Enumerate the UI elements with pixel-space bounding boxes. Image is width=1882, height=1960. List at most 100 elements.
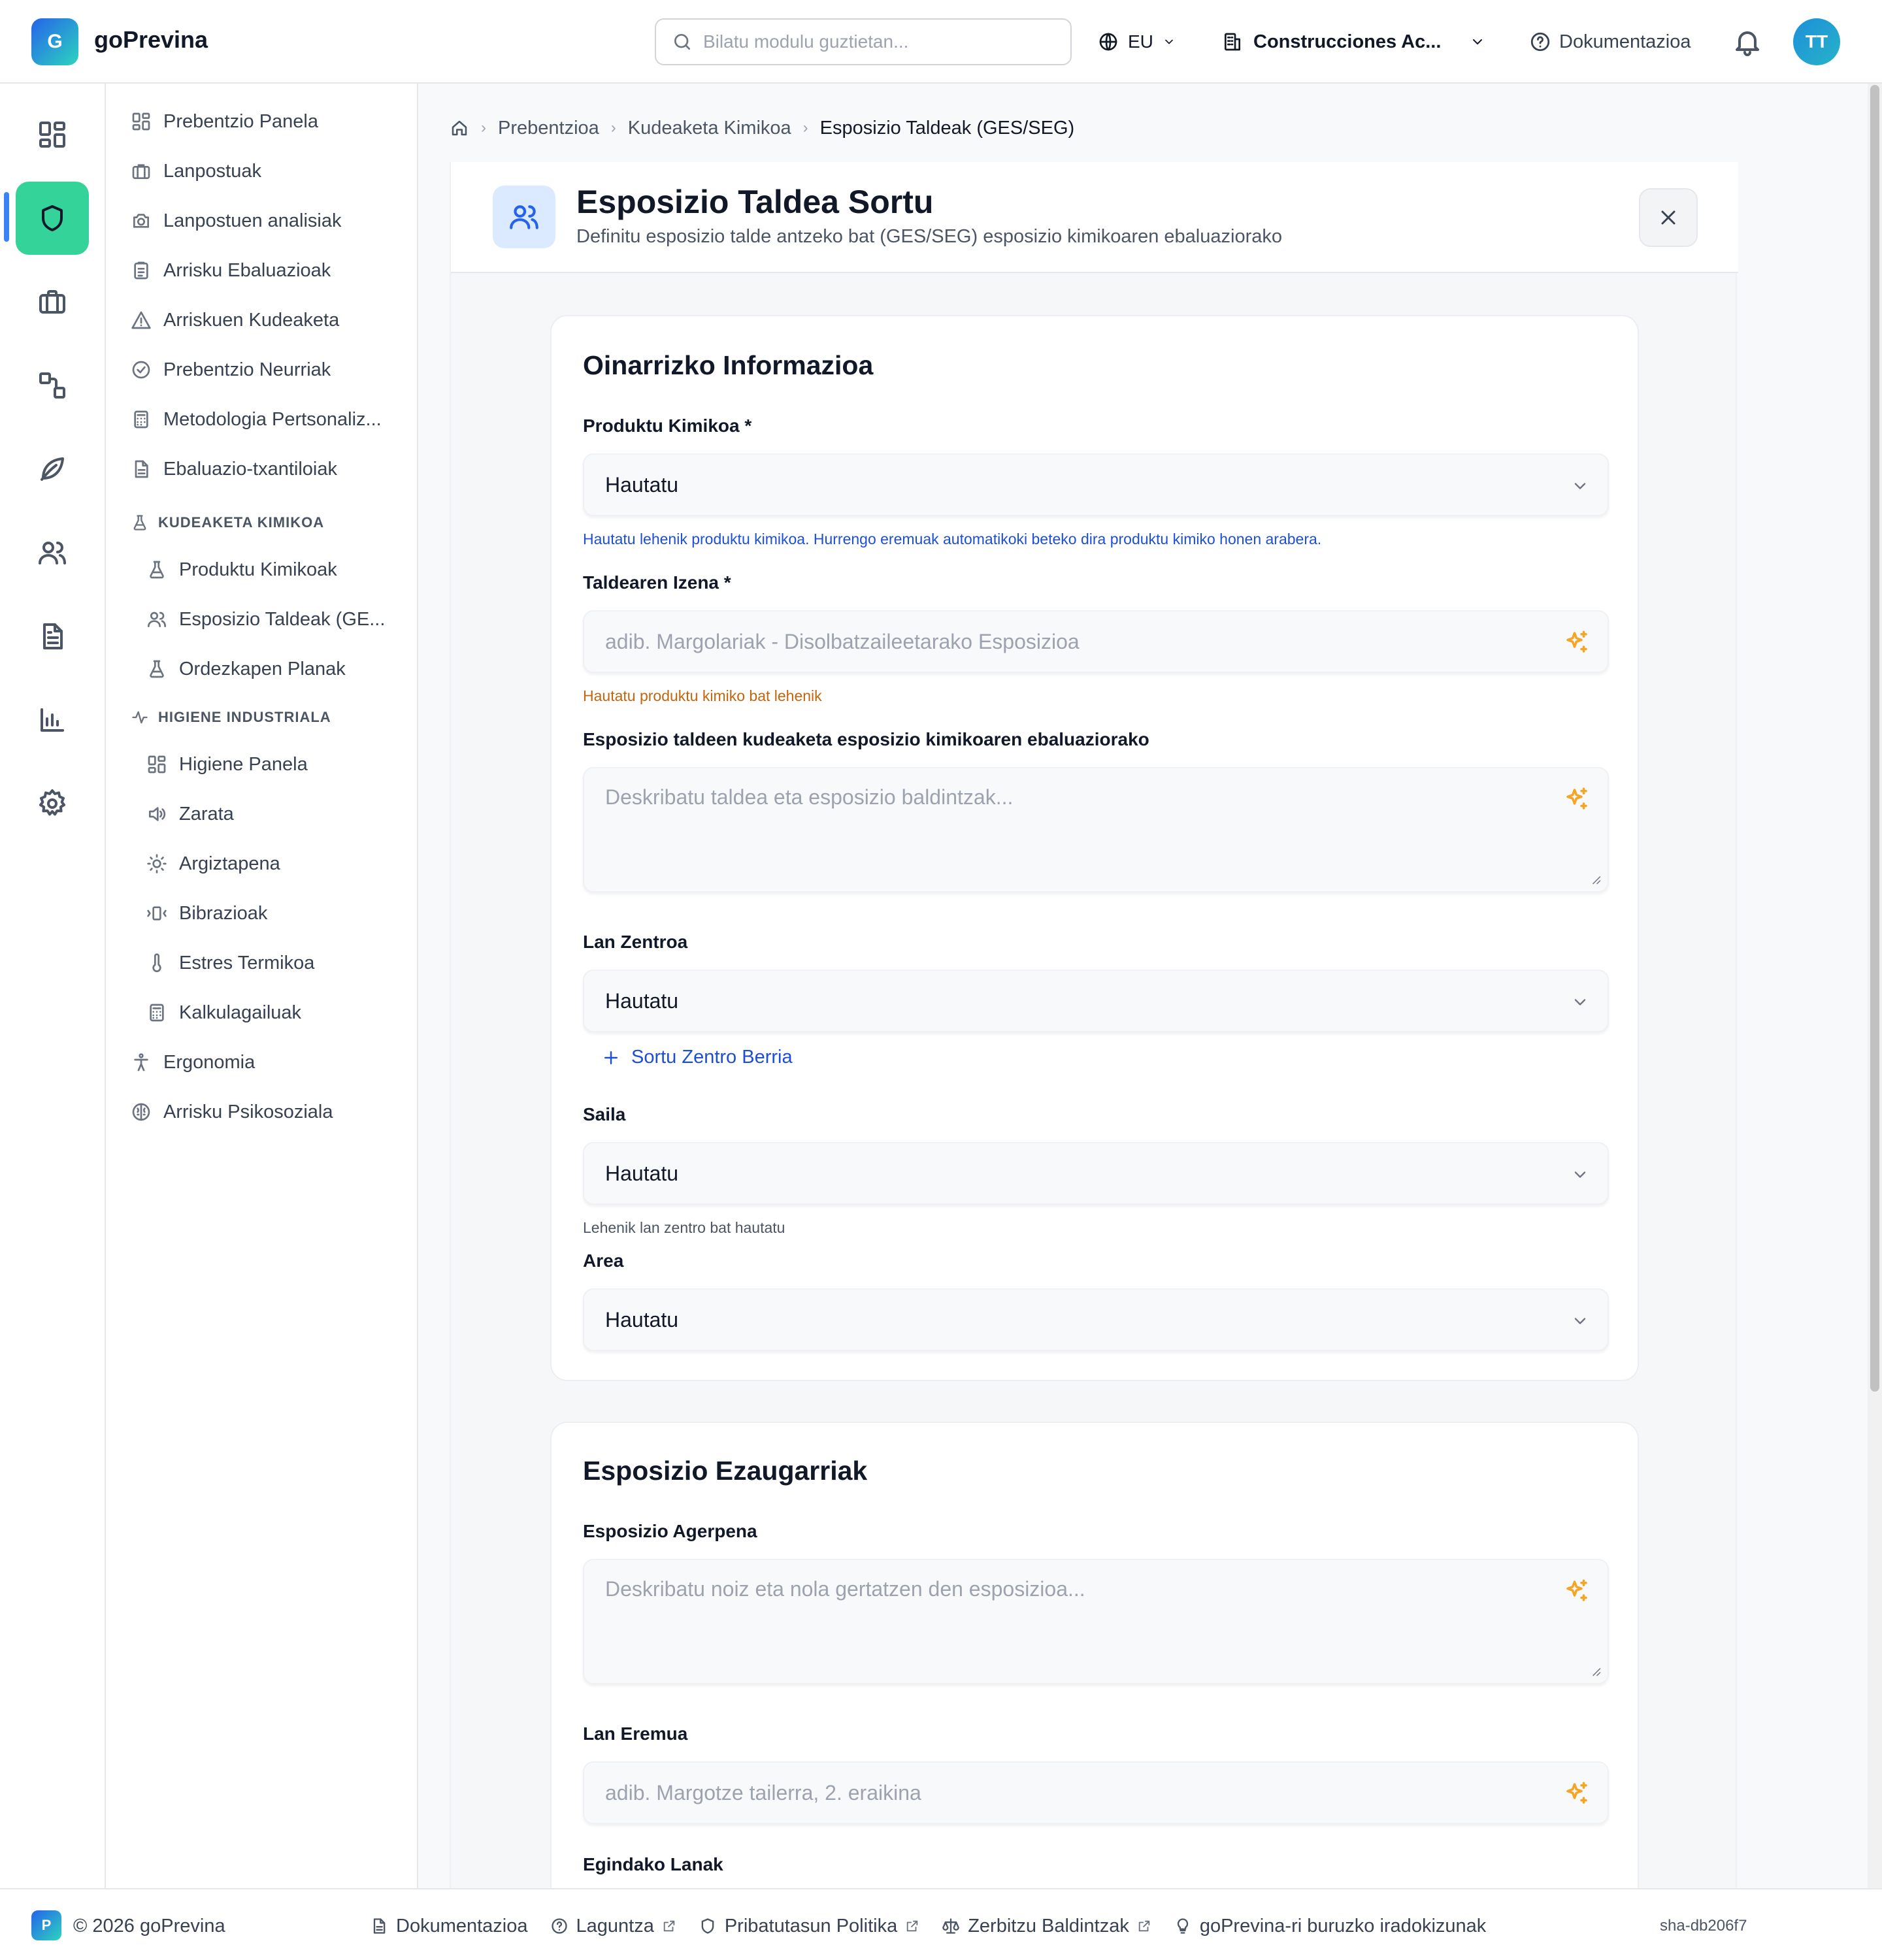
sidebar-item-psychosocial-risk[interactable]: Arrisku Psikosoziala <box>131 1094 333 1130</box>
flask-icon <box>146 559 167 580</box>
workflow-icon[interactable] <box>16 349 89 422</box>
sidebar-item-exposure-groups[interactable]: Esposizio Taldeak (GE... <box>146 601 385 638</box>
sparkle-icon[interactable] <box>1563 785 1591 813</box>
workcenter-label: Lan Zentroa <box>583 932 688 952</box>
search-icon <box>672 31 693 52</box>
breadcrumb-prevention[interactable]: Prebentzioa <box>498 118 599 139</box>
sidebar-item-ergonomics[interactable]: Ergonomia <box>131 1044 255 1081</box>
add-workcenter-label: Sortu Zentro Berria <box>631 1047 793 1068</box>
sidebar-item-lighting[interactable]: Argiztapena <box>146 845 280 882</box>
description-textarea[interactable] <box>584 768 1608 891</box>
section-industrial-hygiene: HIGIENE INDUSTRIALA <box>131 704 331 730</box>
sparkle-icon[interactable] <box>1563 629 1591 656</box>
add-workcenter-button[interactable]: Sortu Zentro Berria <box>601 1047 793 1068</box>
bell-icon[interactable] <box>1732 26 1763 57</box>
home-icon[interactable] <box>450 118 469 138</box>
sidebar-item-risk-evaluations[interactable]: Arrisku Ebaluazioak <box>131 252 331 289</box>
sidebar-item-templates[interactable]: Ebaluazio-txantiloiak <box>131 451 337 487</box>
calculator-icon <box>146 1002 167 1023</box>
global-search[interactable] <box>655 18 1072 65</box>
work-area-input[interactable] <box>584 1763 1608 1823</box>
warning-icon <box>131 310 152 331</box>
group-name-input[interactable] <box>584 612 1608 672</box>
language-selector[interactable]: EU <box>1098 26 1176 57</box>
group-name-field[interactable] <box>583 610 1609 673</box>
area-select[interactable]: Hautatu <box>583 1288 1609 1351</box>
user-avatar[interactable]: TT <box>1793 18 1840 65</box>
appearance-textarea[interactable] <box>584 1560 1608 1683</box>
sidebar-item-prevention-panel[interactable]: Prebentzio Panela <box>131 103 318 140</box>
users-icon[interactable] <box>16 516 89 589</box>
sparkle-icon[interactable] <box>1563 1780 1591 1807</box>
sidebar-item-prevention-measures[interactable]: Prebentzio Neurriak <box>131 351 331 388</box>
app-logo[interactable]: G <box>31 18 78 65</box>
sidebar-item-vibrations[interactable]: Bibrazioak <box>146 895 267 932</box>
sidebar-item-chemical-products[interactable]: Produktu Kimikoak <box>146 551 337 588</box>
sparkle-icon[interactable] <box>1563 1577 1591 1605</box>
briefcase-icon[interactable] <box>16 265 89 338</box>
sidebar-item-job-analysis[interactable]: Lanpostuen analisiak <box>131 203 341 239</box>
section-label: HIGIENE INDUSTRIALA <box>158 709 331 725</box>
settings-icon[interactable] <box>16 767 89 840</box>
department-select[interactable]: Hautatu <box>583 1142 1609 1205</box>
resize-handle-icon[interactable] <box>1589 873 1601 885</box>
resize-handle-icon[interactable] <box>1589 1665 1601 1676</box>
external-link-icon <box>905 1919 919 1933</box>
sidebar-item-label: Metodologia Pertsonaliz... <box>163 408 382 430</box>
app-name[interactable]: goPrevina <box>94 26 208 54</box>
footer-copyright: © 2026 goPrevina <box>73 1916 225 1936</box>
footer-link-documentation[interactable]: Dokumentazioa <box>370 1916 528 1937</box>
page-scrollbar[interactable] <box>1868 84 1882 1888</box>
workcenter-select[interactable]: Hautatu <box>583 970 1609 1032</box>
sidebar-item-hygiene-panel[interactable]: Higiene Panela <box>146 746 308 783</box>
breadcrumb-current: Esposizio Taldeak (GES/SEG) <box>819 117 1075 139</box>
shield-icon[interactable] <box>16 182 89 255</box>
sidebar-item-calculators[interactable]: Kalkulagailuak <box>146 994 301 1031</box>
sidebar-item-risk-management[interactable]: Arriskuen Kudeaketa <box>131 302 339 338</box>
brain-icon <box>131 1102 152 1122</box>
leaf-icon[interactable] <box>16 433 89 506</box>
users-icon <box>146 609 167 630</box>
close-icon <box>1657 206 1680 229</box>
scale-icon <box>942 1917 960 1935</box>
globe-icon <box>1098 31 1119 52</box>
close-button[interactable] <box>1639 188 1698 247</box>
sidebar-item-label: Lanpostuak <box>163 160 261 182</box>
sidebar-item-jobs[interactable]: Lanpostuak <box>131 153 261 189</box>
company-selector[interactable]: Construcciones Ac... <box>1222 26 1485 57</box>
sun-icon <box>146 853 167 874</box>
sidebar-item-substitution-plans[interactable]: Ordezkapen Planak <box>146 651 346 687</box>
bar-chart-icon[interactable] <box>16 683 89 757</box>
thermometer-icon <box>146 953 167 973</box>
calculator-icon <box>131 409 152 430</box>
department-hint: Lehenik lan zentro bat hautatu <box>583 1219 785 1236</box>
sidebar-item-label: Prebentzio Panela <box>163 110 318 132</box>
basic-info-section: Oinarrizko Informazioa Produktu Kimikoa … <box>550 315 1639 1381</box>
lightbulb-icon <box>1174 1917 1192 1935</box>
section-sidebar: Prebentzio Panela Lanpostuak Lanpostuen … <box>106 84 418 1888</box>
appearance-field[interactable] <box>583 1559 1609 1684</box>
file-icon[interactable] <box>16 600 89 673</box>
sidebar-item-thermal-stress[interactable]: Estres Termikoa <box>146 945 314 981</box>
exposure-characteristics-section: Esposizio Ezaugarriak Esposizio Agerpena… <box>550 1422 1639 1918</box>
description-field[interactable] <box>583 767 1609 892</box>
documentation-link[interactable]: Dokumentazioa <box>1529 26 1691 57</box>
work-area-field[interactable] <box>583 1761 1609 1824</box>
product-select[interactable]: Hautatu <box>583 453 1609 516</box>
sidebar-item-custom-methodology[interactable]: Metodologia Pertsonaliz... <box>131 401 382 438</box>
scrollbar-thumb[interactable] <box>1870 85 1879 1392</box>
breadcrumb-chemical-management[interactable]: Kudeaketa Kimikoa <box>628 118 791 139</box>
group-name-hint: Hautatu produktu kimiko bat lehenik <box>583 687 822 704</box>
users-icon <box>493 186 555 248</box>
tasks-label: Egindako Lanak <box>583 1854 723 1874</box>
footer-link-feedback[interactable]: goPrevina-ri buruzko iradokizunak <box>1174 1916 1486 1937</box>
footer-link-terms[interactable]: Zerbitzu Baldintzak <box>942 1916 1151 1937</box>
sidebar-item-noise[interactable]: Zarata <box>146 796 234 832</box>
flask-icon <box>131 514 149 532</box>
footer-link-help[interactable]: Laguntza <box>550 1916 676 1937</box>
dashboard-icon[interactable] <box>16 98 89 171</box>
sidebar-item-label: Arrisku Psikosoziala <box>163 1101 333 1122</box>
search-input[interactable] <box>703 31 1056 52</box>
select-value: Hautatu <box>605 988 679 1013</box>
footer-link-privacy[interactable]: Pribatutasun Politika <box>699 1916 919 1937</box>
